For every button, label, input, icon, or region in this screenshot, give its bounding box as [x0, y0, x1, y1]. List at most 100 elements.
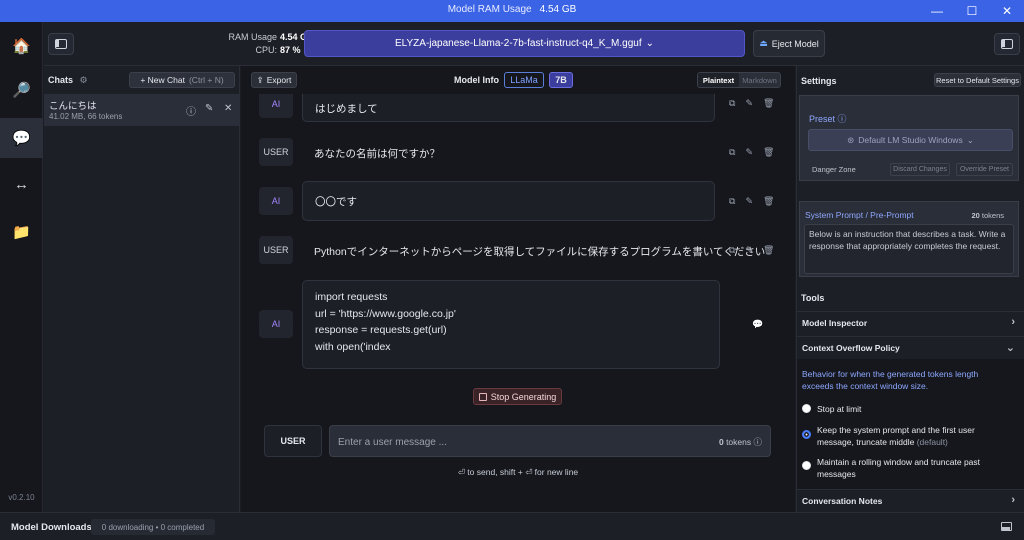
eject-icon: ⏏: [759, 38, 768, 48]
radio-stop-at-limit[interactable]: [802, 404, 811, 413]
plaintext-option[interactable]: Plaintext: [698, 73, 739, 87]
chevron-right-icon: ›: [1011, 494, 1015, 506]
sidebar-left-icon: [55, 39, 67, 49]
info-icon[interactable]: ⓘ: [753, 437, 762, 447]
code-message-bubble: import requests url = 'https://www.googl…: [302, 280, 720, 369]
ram-label: RAM Usage: [228, 32, 277, 42]
system-prompt-token-count: 20 tokens: [971, 211, 1004, 220]
generating-indicator-icon: 💬: [752, 319, 764, 329]
delete-chat-icon[interactable]: ✕: [224, 103, 232, 114]
trash-icon[interactable]: 🗑: [763, 245, 774, 256]
server-arrows-icon[interactable]: ↔: [0, 164, 43, 204]
model-inspector-row[interactable]: Model Inspector ›: [797, 311, 1024, 333]
maximize-icon[interactable]: ☐: [955, 0, 989, 22]
preset-select[interactable]: ⊛ Default LM Studio Windows ⌄: [808, 129, 1013, 151]
panel-toggle-icon[interactable]: [1001, 522, 1012, 531]
close-window-icon[interactable]: ✕: [990, 0, 1024, 22]
option-stop-at-limit[interactable]: Stop at limit: [817, 403, 1007, 415]
override-preset-button[interactable]: Override Preset: [956, 163, 1013, 176]
stop-generating-button[interactable]: Stop Generating: [473, 388, 562, 405]
resource-labels: RAM Usage CPU:: [192, 31, 277, 57]
copy-icon[interactable]: ⧉: [729, 98, 735, 109]
chevron-down-icon: ⌄: [966, 134, 974, 145]
edit-icon[interactable]: ✎: [745, 147, 753, 158]
chat-list-item[interactable]: こんにちは 41.02 MB, 66 tokens ⓘ ✎ ✕: [44, 94, 240, 126]
chat-item-title: こんにちは: [49, 101, 97, 112]
chats-header: Chats ⚙: [48, 75, 88, 86]
message-actions: ⧉ ✎ 🗑: [729, 196, 774, 207]
info-icon[interactable]: ⓘ: [186, 103, 196, 118]
system-prompt-label: System Prompt / Pre-Prompt: [805, 210, 914, 220]
trash-icon[interactable]: 🗑: [763, 196, 774, 207]
system-prompt-section: System Prompt / Pre-Prompt 20 tokens Bel…: [799, 201, 1019, 277]
home-icon[interactable]: 🏠: [0, 26, 43, 66]
model-downloads-button[interactable]: Model Downloads: [11, 522, 92, 533]
stop-label: Stop Generating: [490, 391, 557, 402]
message-input[interactable]: [338, 434, 698, 450]
folder-icon[interactable]: 📁: [0, 212, 43, 252]
copy-icon[interactable]: ⧉: [729, 245, 735, 256]
message-text: Pythonでインターネットからページを取得してファイルに保存するプログラムを書…: [314, 246, 766, 258]
system-prompt-textarea[interactable]: Below is an instruction that describes a…: [804, 224, 1014, 274]
minimize-icon[interactable]: —: [920, 0, 954, 22]
radio-rolling-window[interactable]: [802, 461, 811, 470]
context-overflow-row[interactable]: Context Overflow Policy ⌄: [797, 336, 1024, 358]
edit-icon[interactable]: ✎: [205, 103, 213, 114]
chats-title: Chats: [48, 75, 74, 85]
option-truncate-middle-label: Keep the system prompt and the first use…: [817, 425, 975, 447]
option-default-tag: (default): [916, 437, 948, 447]
toggle-left-panel-button[interactable]: [48, 33, 74, 55]
sidebar-right-icon: [1001, 39, 1013, 49]
trash-icon[interactable]: 🗑: [763, 98, 774, 109]
tools-header: Tools: [801, 293, 825, 303]
message-text: はじめまして: [315, 102, 378, 115]
new-chat-label: + New Chat: [140, 75, 185, 85]
search-icon[interactable]: 🔎: [0, 70, 43, 110]
preset-section: Preset ⓘ ⊛ Default LM Studio Windows ⌄ Dan…: [799, 95, 1019, 181]
trash-icon[interactable]: 🗑: [763, 147, 774, 158]
edit-icon[interactable]: ✎: [745, 245, 753, 256]
chat-item-subtitle: 41.02 MB, 66 tokens: [49, 112, 123, 121]
window-titlebar: Model RAM Usage 4.54 GB — ☐ ✕: [0, 0, 1024, 22]
view-mode-toggle[interactable]: Plaintext Markdown: [697, 72, 781, 88]
danger-zone-label: Danger Zone: [812, 165, 856, 174]
export-button[interactable]: ⇪ Export: [251, 72, 297, 88]
reset-defaults-button[interactable]: Reset to Default Settings: [934, 73, 1021, 87]
chevron-right-icon: ›: [1011, 316, 1015, 328]
code-line: url = 'https://www.google.co.jp': [315, 307, 456, 320]
info-icon[interactable]: ⓘ: [838, 114, 847, 124]
settings-gear-icon[interactable]: ⚙: [80, 75, 88, 85]
option-truncate-middle[interactable]: Keep the system prompt and the first use…: [817, 424, 1007, 448]
window-title-label: Model RAM Usage: [447, 4, 532, 15]
conversation-notes-row[interactable]: Conversation Notes ›: [797, 489, 1024, 511]
eject-label: Eject Model: [771, 38, 819, 49]
input-role-selector[interactable]: USER: [264, 425, 322, 457]
app-version: v0.2.10: [8, 493, 35, 502]
code-line: response = requests.get(url): [315, 324, 447, 336]
input-token-counter: 0 tokens ⓘ: [719, 436, 762, 448]
eject-model-button[interactable]: ⏏ Eject Model: [753, 30, 825, 57]
chat-icon[interactable]: 💬: [0, 118, 43, 158]
export-label: Export: [266, 75, 292, 85]
discard-changes-button[interactable]: Discard Changes: [890, 163, 950, 176]
window-ram-value: 4.54 GB: [539, 4, 577, 15]
markdown-option[interactable]: Markdown: [739, 73, 780, 87]
radio-truncate-middle[interactable]: [802, 430, 811, 439]
cpu-label: CPU:: [255, 45, 277, 55]
edit-icon[interactable]: ✎: [745, 196, 753, 207]
overflow-description: Behavior for when the generated tokens l…: [802, 369, 979, 391]
option-rolling-window[interactable]: Maintain a rolling window and truncate p…: [817, 456, 1007, 480]
copy-icon[interactable]: ⧉: [729, 196, 735, 207]
toggle-right-panel-button[interactable]: [994, 33, 1020, 55]
model-inspector-label: Model Inspector: [802, 318, 868, 328]
chat-header: ⇪ Export Model Info LLaMa 7B Plaintext Ma…: [241, 66, 795, 94]
model-selector[interactable]: ELYZA-japanese-Llama-2-7b-fast-instruct-…: [304, 30, 745, 57]
window-title: Model RAM Usage 4.54 GB: [0, 4, 1024, 15]
copy-icon[interactable]: ⧉: [729, 147, 735, 158]
role-badge-ai: AI: [259, 90, 293, 118]
new-chat-button[interactable]: + New Chat (Ctrl + N): [129, 72, 235, 88]
message-text: あなたの名前は何ですか？: [314, 148, 440, 160]
export-icon: ⇪: [256, 74, 264, 85]
model-name: ELYZA-japanese-Llama-2-7b-fast-instruct-…: [395, 38, 642, 49]
edit-icon[interactable]: ✎: [745, 98, 753, 109]
